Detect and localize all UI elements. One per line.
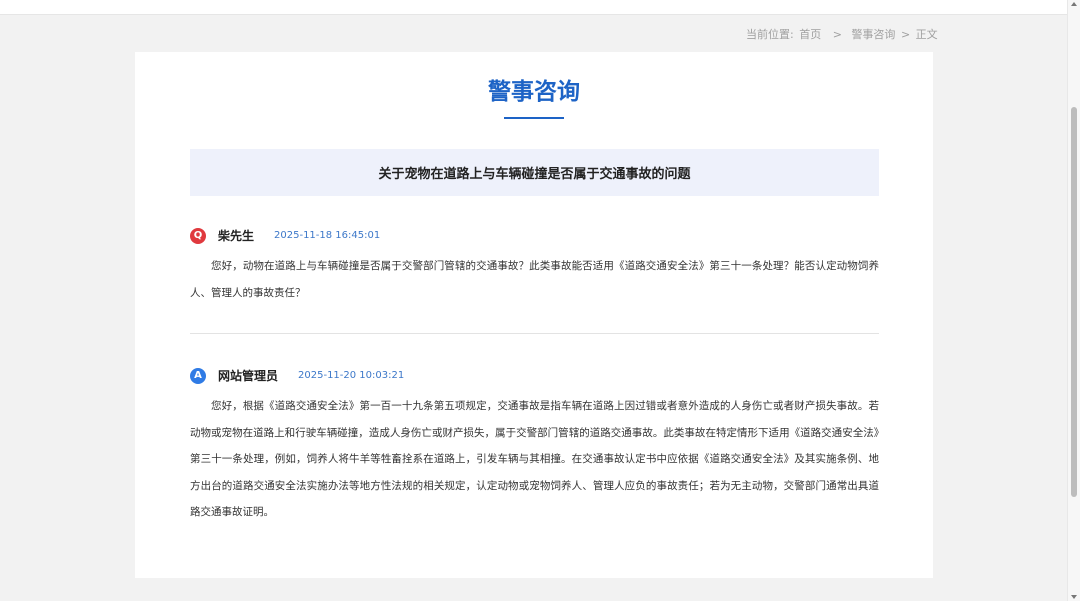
breadcrumb-label: 当前位置: <box>746 28 794 41</box>
scroll-up-arrow-icon[interactable] <box>1071 2 1077 6</box>
question-time: 2025-11-18 16:45:01 <box>274 230 381 241</box>
divider <box>190 333 879 334</box>
top-bar <box>0 0 1068 15</box>
question-body: 您好，动物在道路上与车辆碰撞是否属于交警部门管辖的交通事故？此类事故能否适用《道… <box>190 260 879 299</box>
question-badge-icon: Q <box>190 227 206 244</box>
title-underline <box>504 117 564 119</box>
content-card: 警事咨询 关于宠物在道路上与车辆碰撞是否属于交通事故的问题 Q 柴先生 2025… <box>135 52 933 578</box>
breadcrumb-current: 正文 <box>915 28 938 41</box>
breadcrumb-category-link[interactable]: 警事咨询 <box>851 28 895 41</box>
question-author: 柴先生 <box>218 229 255 243</box>
breadcrumb-home-link[interactable]: 首页 <box>799 28 821 41</box>
answer-body: 您好，根据《道路交通安全法》第一百一十九条第五项规定，交通事故是指车辆在道路上因… <box>190 400 879 518</box>
answer-badge-icon: A <box>190 367 206 384</box>
answer-time: 2025-11-20 10:03:21 <box>298 370 405 381</box>
question-header: Q 柴先生 2025-11-18 16:45:01 <box>190 227 380 244</box>
scroll-down-arrow-icon[interactable] <box>1071 595 1077 599</box>
vertical-scrollbar[interactable] <box>1067 0 1080 601</box>
breadcrumb-separator: > <box>832 28 842 41</box>
answer-header: A 网站管理员 2025-11-20 10:03:21 <box>190 367 404 384</box>
breadcrumb: 当前位置: 首页 > 警事咨询 > 正文 <box>746 26 940 42</box>
answer-author: 网站管理员 <box>218 369 279 383</box>
breadcrumb-separator: > <box>900 28 911 41</box>
subject-title: 关于宠物在道路上与车辆碰撞是否属于交通事故的问题 <box>190 149 879 196</box>
page-title: 警事咨询 <box>488 79 580 105</box>
scroll-thumb[interactable] <box>1071 107 1077 497</box>
